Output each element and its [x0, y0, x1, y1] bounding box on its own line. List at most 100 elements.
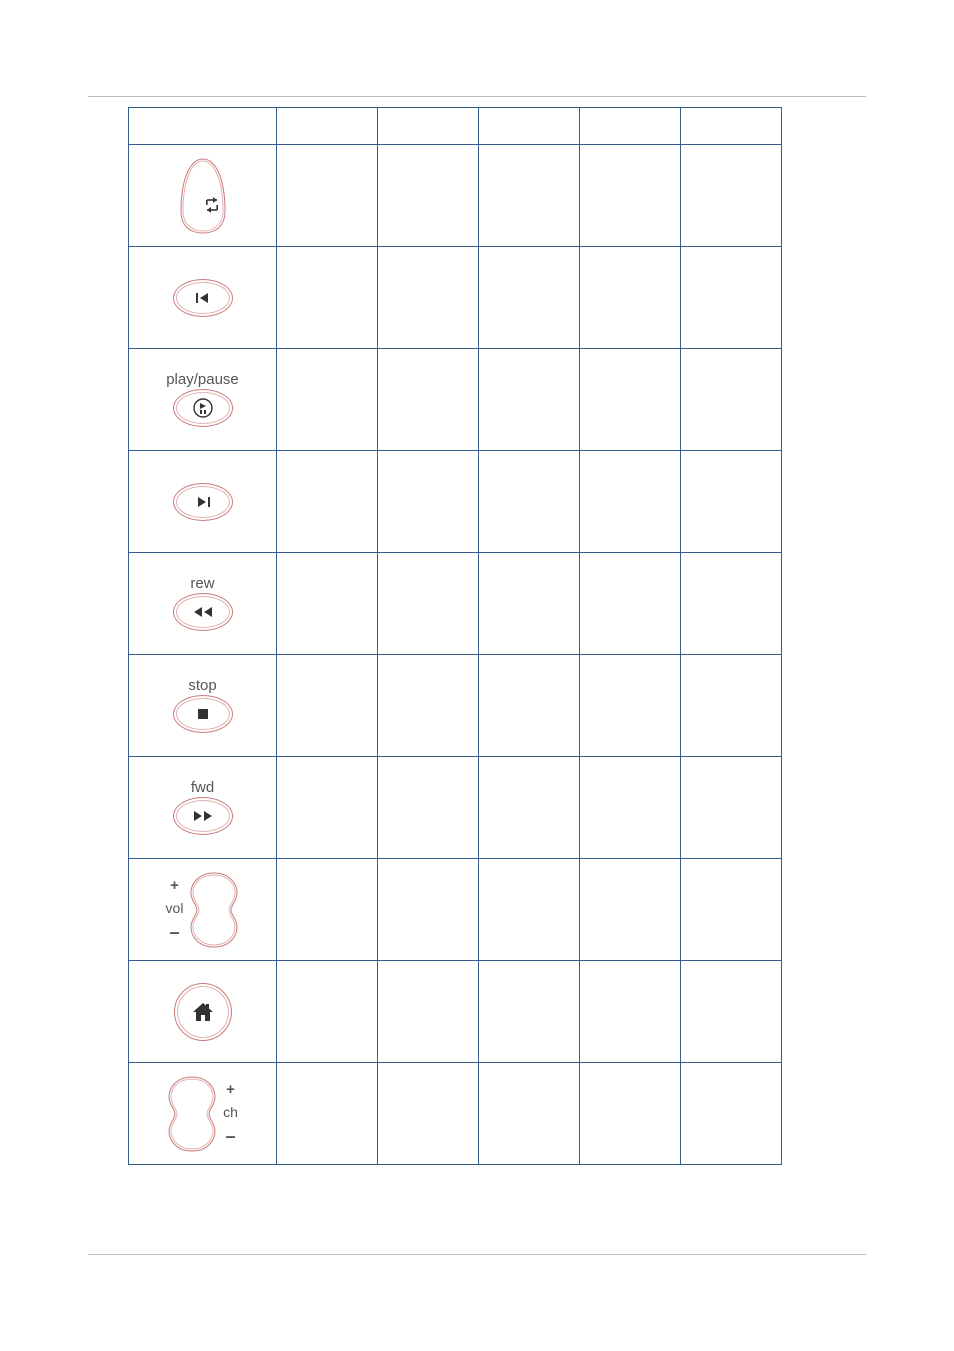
skip-fwd-icon: [194, 495, 212, 509]
empty-cell: [681, 349, 782, 451]
empty-cell: [580, 961, 681, 1063]
empty-cell: [277, 247, 378, 349]
ch-blob: [167, 1075, 217, 1153]
empty-cell: [277, 145, 378, 247]
empty-cell: [681, 1063, 782, 1165]
oval-button: [173, 279, 233, 317]
volume-button: + vol –: [129, 861, 276, 959]
vol-labels: + vol –: [166, 878, 184, 941]
empty-cell: [479, 349, 580, 451]
empty-cell: [378, 757, 479, 859]
empty-cell: [277, 757, 378, 859]
vol-blob: [189, 871, 239, 949]
empty-cell: [378, 655, 479, 757]
empty-cell: [681, 655, 782, 757]
empty-cell: [681, 145, 782, 247]
table-row: stop: [129, 655, 782, 757]
empty-cell: [479, 247, 580, 349]
empty-cell: [681, 859, 782, 961]
play-pause-button: play/pause: [129, 351, 276, 449]
rewind-button: rew: [129, 555, 276, 653]
empty-cell: [580, 145, 681, 247]
empty-cell: [277, 655, 378, 757]
empty-cell: [277, 451, 378, 553]
empty-cell: [580, 451, 681, 553]
oval-button: [173, 797, 233, 835]
empty-cell: [277, 1063, 378, 1165]
key-cell-fwd: fwd: [129, 757, 277, 859]
header-cell: [681, 108, 782, 145]
empty-cell: [378, 553, 479, 655]
stop-icon: [196, 707, 210, 721]
table-row: [129, 145, 782, 247]
rew-label: rew: [190, 576, 214, 591]
empty-cell: [580, 349, 681, 451]
skip-back-button: [129, 249, 276, 347]
remote-functions-table: play/pause: [128, 107, 782, 1165]
header-cell: [378, 108, 479, 145]
table-row: + ch –: [129, 1063, 782, 1165]
table-row: [129, 451, 782, 553]
skip-fwd-button: [129, 453, 276, 551]
play-pause-label: play/pause: [166, 372, 239, 387]
oval-button: [173, 593, 233, 631]
play-pause-icon: [192, 397, 214, 419]
table-header-row: [129, 108, 782, 145]
oval-button: [173, 695, 233, 733]
empty-cell: [378, 961, 479, 1063]
stop-button: stop: [129, 657, 276, 755]
round-button: [174, 983, 232, 1041]
empty-cell: [378, 451, 479, 553]
empty-cell: [580, 553, 681, 655]
key-cell-switch: [129, 145, 277, 247]
empty-cell: [277, 349, 378, 451]
empty-cell: [580, 1063, 681, 1165]
table-row: [129, 961, 782, 1063]
channel-button: + ch –: [129, 1065, 276, 1163]
key-cell-stop: stop: [129, 655, 277, 757]
empty-cell: [580, 757, 681, 859]
empty-cell: [277, 859, 378, 961]
bottom-rule: [88, 1254, 866, 1255]
header-cell: [479, 108, 580, 145]
key-cell-rew: rew: [129, 553, 277, 655]
empty-cell: [277, 961, 378, 1063]
ch-labels: + ch –: [223, 1082, 238, 1145]
empty-cell: [681, 961, 782, 1063]
key-cell-ch: + ch –: [129, 1063, 277, 1165]
empty-cell: [479, 451, 580, 553]
empty-cell: [277, 553, 378, 655]
table-row: play/pause: [129, 349, 782, 451]
header-cell: [580, 108, 681, 145]
page: play/pause: [0, 0, 954, 1351]
empty-cell: [479, 1063, 580, 1165]
table-row: + vol –: [129, 859, 782, 961]
empty-cell: [681, 451, 782, 553]
empty-cell: [580, 247, 681, 349]
home-button: [129, 963, 276, 1061]
empty-cell: [580, 859, 681, 961]
table-row: [129, 247, 782, 349]
key-cell-vol: + vol –: [129, 859, 277, 961]
key-cell-skip-fwd: [129, 451, 277, 553]
switch-blob: [177, 157, 229, 235]
key-cell-home: [129, 961, 277, 1063]
empty-cell: [378, 349, 479, 451]
header-cell: [129, 108, 277, 145]
stop-label: stop: [188, 678, 216, 693]
empty-cell: [479, 655, 580, 757]
rewind-icon: [192, 605, 214, 619]
plus-icon: +: [170, 878, 179, 893]
empty-cell: [378, 1063, 479, 1165]
empty-cell: [681, 757, 782, 859]
empty-cell: [681, 247, 782, 349]
table-row: rew: [129, 553, 782, 655]
oval-button: [173, 483, 233, 521]
table-row: fwd: [129, 757, 782, 859]
switch-button: [129, 147, 276, 245]
ch-label: ch: [223, 1105, 238, 1119]
top-rule: [88, 96, 866, 97]
empty-cell: [378, 247, 479, 349]
empty-cell: [378, 145, 479, 247]
key-cell-skip-back: [129, 247, 277, 349]
